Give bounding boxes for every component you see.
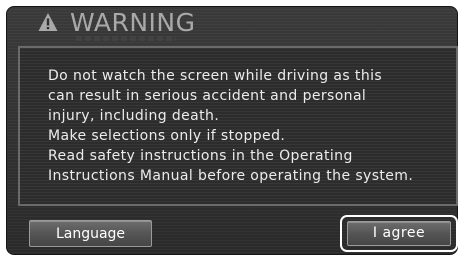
message-line: Instructions Manual before operating the… xyxy=(48,168,414,184)
message-line: Make selections only if stopped. xyxy=(48,128,286,144)
message-box: Do not watch the screen while driving as… xyxy=(18,46,458,206)
screen: WARNING Do not watch the screen while dr… xyxy=(0,0,466,261)
message-line: Read safety instructions in the Operatin… xyxy=(48,148,353,164)
warning-dialog: WARNING Do not watch the screen while dr… xyxy=(6,6,458,255)
dialog-title: WARNING xyxy=(70,8,196,37)
title-reflection xyxy=(76,36,176,41)
agree-button-focus-ring[interactable]: I agree xyxy=(340,215,458,252)
message-line: injury, including death. xyxy=(48,108,220,124)
agree-button[interactable]: I agree xyxy=(347,221,451,246)
warning-message: Do not watch the screen while driving as… xyxy=(48,66,458,186)
warning-triangle-icon xyxy=(38,13,58,31)
language-button[interactable]: Language xyxy=(29,220,152,247)
message-line: Do not watch the screen while driving as… xyxy=(48,68,383,84)
dialog-header: WARNING xyxy=(6,6,458,46)
message-line: can result in serious accident and perso… xyxy=(48,88,367,104)
